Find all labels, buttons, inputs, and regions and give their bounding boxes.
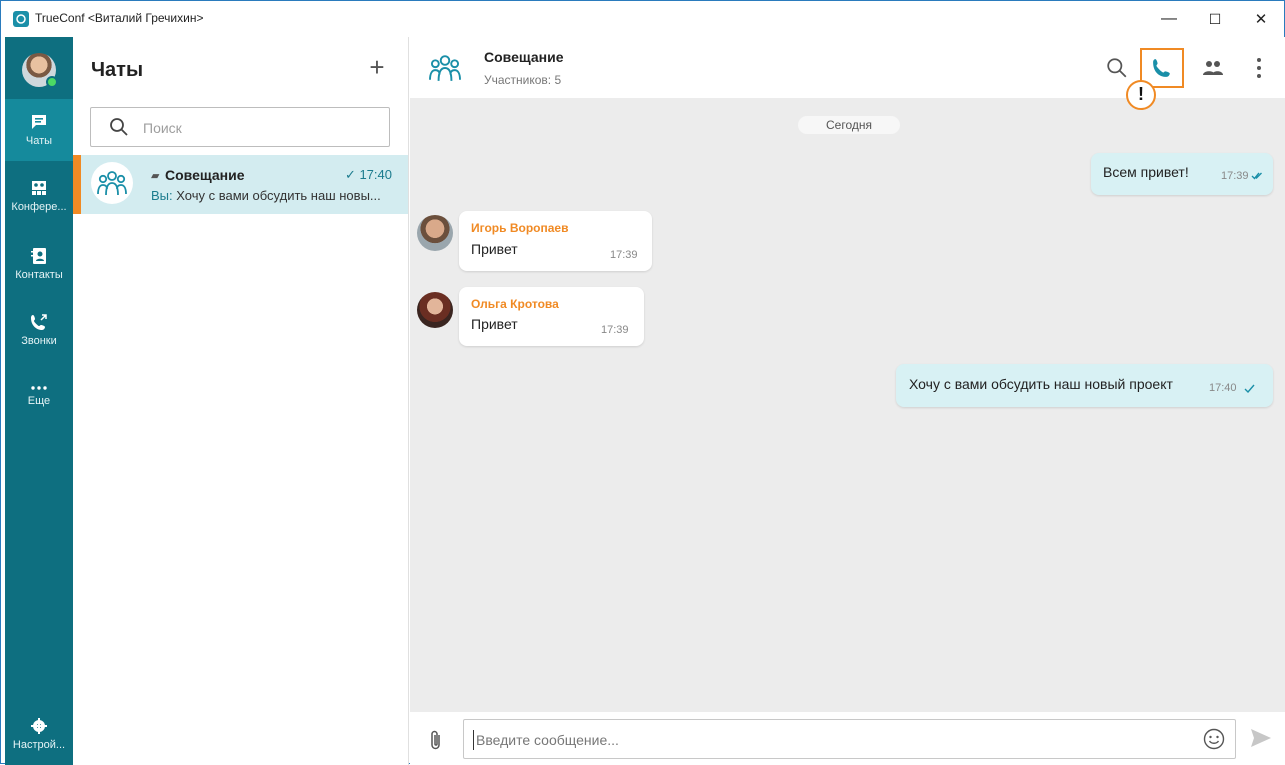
search-placeholder: Поиск — [143, 120, 182, 136]
message-composer: Введите сообщение... — [410, 712, 1285, 765]
nav-item-calls[interactable]: Звонки — [5, 299, 73, 361]
chat-list-title: Чаты — [91, 59, 144, 81]
contacts-icon — [31, 248, 46, 264]
nav-item-label: Контакты — [15, 269, 63, 281]
chat-name: Совещание — [165, 167, 245, 183]
close-button[interactable]: ✕ — [1238, 1, 1284, 37]
message-time: 17:39 — [1221, 170, 1249, 182]
double-check-icon — [1251, 172, 1262, 180]
message-time: 17:40 — [1209, 382, 1237, 394]
message-input[interactable]: Введите сообщение... — [463, 719, 1236, 759]
group-chat-icon: ▰ — [151, 170, 160, 182]
message-placeholder: Введите сообщение... — [476, 732, 619, 748]
nav-item-label: Конфере... — [11, 201, 67, 213]
message-time: 17:39 — [610, 249, 638, 261]
chat-list-item[interactable]: ▰ Совещание ✓ 17:40 Вы: Хочу с вами обсу… — [73, 155, 408, 214]
nav-item-conferences[interactable]: Конфере... — [5, 165, 73, 227]
nav-item-contacts[interactable]: Контакты — [5, 233, 73, 295]
call-button[interactable] — [1145, 51, 1179, 85]
search-messages-button[interactable] — [1100, 51, 1134, 85]
search-input[interactable]: Поиск — [90, 107, 390, 147]
calls-icon — [31, 314, 47, 330]
minimize-button[interactable]: — — [1146, 1, 1192, 37]
search-icon — [1107, 58, 1127, 78]
gear-icon — [31, 718, 47, 734]
attach-icon[interactable] — [429, 729, 443, 751]
chat-time: ✓ 17:40 — [344, 167, 392, 182]
selected-indicator — [73, 155, 81, 214]
window-title: TrueConf <Виталий Гречихин> — [35, 11, 204, 25]
message-text: Всем привет! — [1103, 164, 1189, 180]
online-status-dot — [46, 76, 58, 88]
participants-button[interactable] — [1196, 51, 1230, 85]
message-incoming: Игорь Воропаев Привет 17:39 — [459, 211, 652, 271]
user-avatar[interactable] — [22, 53, 58, 88]
group-icon — [429, 55, 461, 81]
conference-icon — [32, 181, 46, 195]
title-bar: TrueConf <Виталий Гречихин> — ☐ ✕ — [1, 1, 1284, 37]
phone-icon — [1153, 59, 1170, 77]
nav-item-label: Еще — [27, 395, 51, 407]
chat-time-value: 17:40 — [359, 167, 392, 182]
group-icon — [97, 171, 127, 196]
nav-item-label: Звонки — [21, 335, 57, 347]
text-caret — [473, 730, 474, 750]
nav-item-label: Чаты — [25, 135, 53, 147]
message-author: Игорь Воропаев — [471, 221, 569, 235]
avatar — [417, 292, 453, 328]
chat-list-panel: Чаты + Поиск ▰ Совещание ✓ 17:40 Вы: Хоч… — [73, 37, 409, 765]
emoji-icon[interactable] — [1203, 728, 1225, 750]
alert-callout: ! — [1126, 80, 1156, 110]
participants-count: Участников: 5 — [484, 73, 562, 87]
nav-item-more[interactable]: Еще — [5, 365, 73, 427]
nav-item-settings[interactable]: Настрой... — [5, 703, 73, 765]
preview-text: Хочу с вами обсудить наш новы... — [172, 188, 381, 203]
new-chat-button[interactable]: + — [363, 53, 391, 81]
vertical-dots-icon — [1257, 58, 1261, 78]
left-nav: Чаты Конфере... Контакты Звонки Еще Наст… — [5, 37, 73, 765]
message-time: 17:39 — [601, 324, 629, 336]
chat-preview: Вы: Хочу с вами обсудить наш новы... — [151, 188, 391, 203]
check-icon — [1244, 384, 1255, 393]
message-author: Ольга Кротова — [471, 297, 559, 311]
search-icon — [110, 118, 128, 136]
send-icon[interactable] — [1250, 728, 1272, 748]
group-avatar — [91, 162, 133, 204]
people-icon — [1203, 61, 1223, 75]
nav-item-chats[interactable]: Чаты — [5, 99, 73, 161]
more-options-button[interactable] — [1242, 51, 1276, 85]
date-separator: Сегодня — [798, 116, 900, 134]
message-text: Привет — [471, 316, 518, 332]
conversation-title: Совещание — [484, 49, 564, 65]
app-window: TrueConf <Виталий Гречихин> — ☐ ✕ Чаты К… — [0, 0, 1285, 765]
conversation-header: Совещание Участников: 5 ! — [410, 37, 1285, 110]
message-outgoing: Всем привет! 17:39 — [1091, 153, 1273, 195]
conversation-panel: Совещание Участников: 5 ! Сегодня Всем п… — [410, 37, 1285, 765]
maximize-button[interactable]: ☐ — [1192, 1, 1238, 37]
message-outgoing: Хочу с вами обсудить наш новый проект 17… — [896, 364, 1273, 407]
trueconf-logo-icon — [13, 11, 29, 27]
nav-item-label: Настрой... — [12, 739, 66, 751]
avatar — [417, 215, 453, 251]
message-text: Хочу с вами обсудить наш новый проект — [909, 376, 1173, 392]
preview-sender: Вы: — [151, 188, 173, 203]
chat-icon — [32, 115, 46, 129]
message-text: Привет — [471, 241, 518, 257]
more-icon — [31, 386, 47, 390]
message-incoming: Ольга Кротова Привет 17:39 — [459, 287, 644, 346]
